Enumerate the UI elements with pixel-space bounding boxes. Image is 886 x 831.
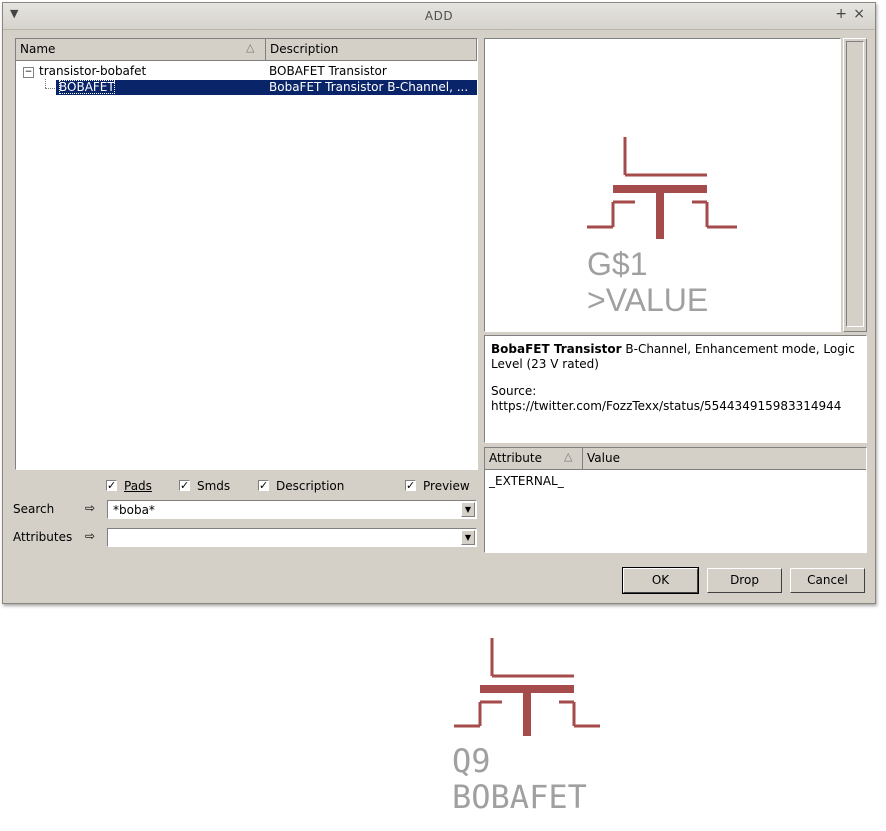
- source-url[interactable]: https://twitter.com/FozzTexx/status/5544…: [491, 399, 860, 414]
- description-title: BobaFET Transistor: [491, 342, 622, 356]
- ok-button[interactable]: OK: [622, 567, 699, 594]
- smds-checkbox[interactable]: ✓: [179, 480, 190, 491]
- description-checkbox[interactable]: ✓: [258, 480, 269, 491]
- title-bar[interactable]: ▼ ADD + ×: [3, 3, 875, 30]
- part-value-text: BOBAFET: [452, 778, 587, 816]
- column-header-attribute-label: Attribute: [489, 451, 542, 465]
- search-combo[interactable]: *boba* ▼: [107, 500, 477, 519]
- tree-connector-line: [45, 88, 55, 89]
- window-title: ADD: [424, 9, 454, 23]
- column-header-value[interactable]: Value: [583, 448, 866, 470]
- description-panel: BobaFET Transistor B-Channel, Enhancemen…: [484, 335, 867, 443]
- pads-label-text: Pads: [124, 479, 152, 493]
- tree-row-device-description[interactable]: BobaFET Transistor B-Channel, ...: [266, 80, 477, 95]
- preview-scrollbar-thumb[interactable]: [846, 41, 864, 327]
- add-dialog: ▼ ADD + × Name △ Description − transisto…: [2, 2, 876, 604]
- attribute-row[interactable]: _EXTERNAL_: [489, 474, 564, 489]
- attributes-dropdown-icon[interactable]: ▼: [461, 530, 475, 545]
- search-input[interactable]: *boba*: [113, 503, 155, 517]
- column-header-description[interactable]: Description: [266, 39, 477, 61]
- column-header-name-label: Name: [20, 42, 56, 56]
- value-label-text: >VALUE: [587, 282, 708, 318]
- column-header-description-label: Description: [270, 42, 339, 56]
- device-name-label: BOBAFET: [59, 80, 115, 94]
- collapse-icon[interactable]: −: [23, 67, 34, 78]
- tree-connector-line: [45, 79, 46, 88]
- description-text: BobaFET Transistor B-Channel, Enhancemen…: [491, 342, 860, 372]
- attributes-label: Attributes: [13, 530, 73, 544]
- tree-row-library-name[interactable]: transistor-bobafet: [39, 64, 146, 79]
- canvas-symbol[interactable]: Q9 BOBAFET: [440, 630, 640, 825]
- preview-checkbox[interactable]: ✓: [405, 480, 416, 491]
- close-icon[interactable]: ×: [853, 6, 865, 22]
- description-label: Description: [276, 479, 345, 493]
- column-header-attribute[interactable]: Attribute △: [485, 448, 583, 470]
- search-arrow-icon[interactable]: ⇨: [82, 501, 98, 515]
- cancel-button[interactable]: Cancel: [790, 568, 865, 593]
- preview-label: Preview: [423, 479, 470, 493]
- search-label: Search: [13, 502, 55, 516]
- maximize-icon[interactable]: +: [835, 6, 847, 22]
- column-header-value-label: Value: [587, 451, 620, 465]
- part-name-text: Q9: [452, 742, 491, 780]
- attributes-combo[interactable]: ▼: [107, 528, 477, 547]
- source-label: Source:: [491, 384, 537, 398]
- bobafet-symbol-preview: G$1 >VALUE: [587, 137, 737, 318]
- library-tree[interactable]: Name △ Description − transistor-bobafet …: [15, 38, 478, 470]
- preview-scrollbar[interactable]: [843, 38, 867, 332]
- gate-name-text: G$1: [587, 246, 647, 282]
- drop-button[interactable]: Drop: [707, 568, 782, 593]
- pads-checkbox[interactable]: ✓: [106, 480, 117, 491]
- tree-row-library-description[interactable]: BOBAFET Transistor: [269, 64, 387, 79]
- attributes-arrow-icon[interactable]: ⇨: [82, 529, 98, 543]
- smds-label: Smds: [197, 479, 231, 493]
- symbol-preview: G$1 >VALUE: [484, 38, 841, 332]
- search-dropdown-icon[interactable]: ▼: [461, 502, 475, 517]
- sort-ascending-icon: △: [564, 450, 573, 463]
- tree-row-device-name[interactable]: BOBAFET: [56, 80, 266, 95]
- pads-label: Pads: [124, 479, 152, 493]
- sort-ascending-icon: △: [246, 41, 255, 54]
- attributes-table[interactable]: Attribute △ Value _EXTERNAL_: [484, 447, 867, 553]
- column-header-name[interactable]: Name △: [16, 39, 266, 61]
